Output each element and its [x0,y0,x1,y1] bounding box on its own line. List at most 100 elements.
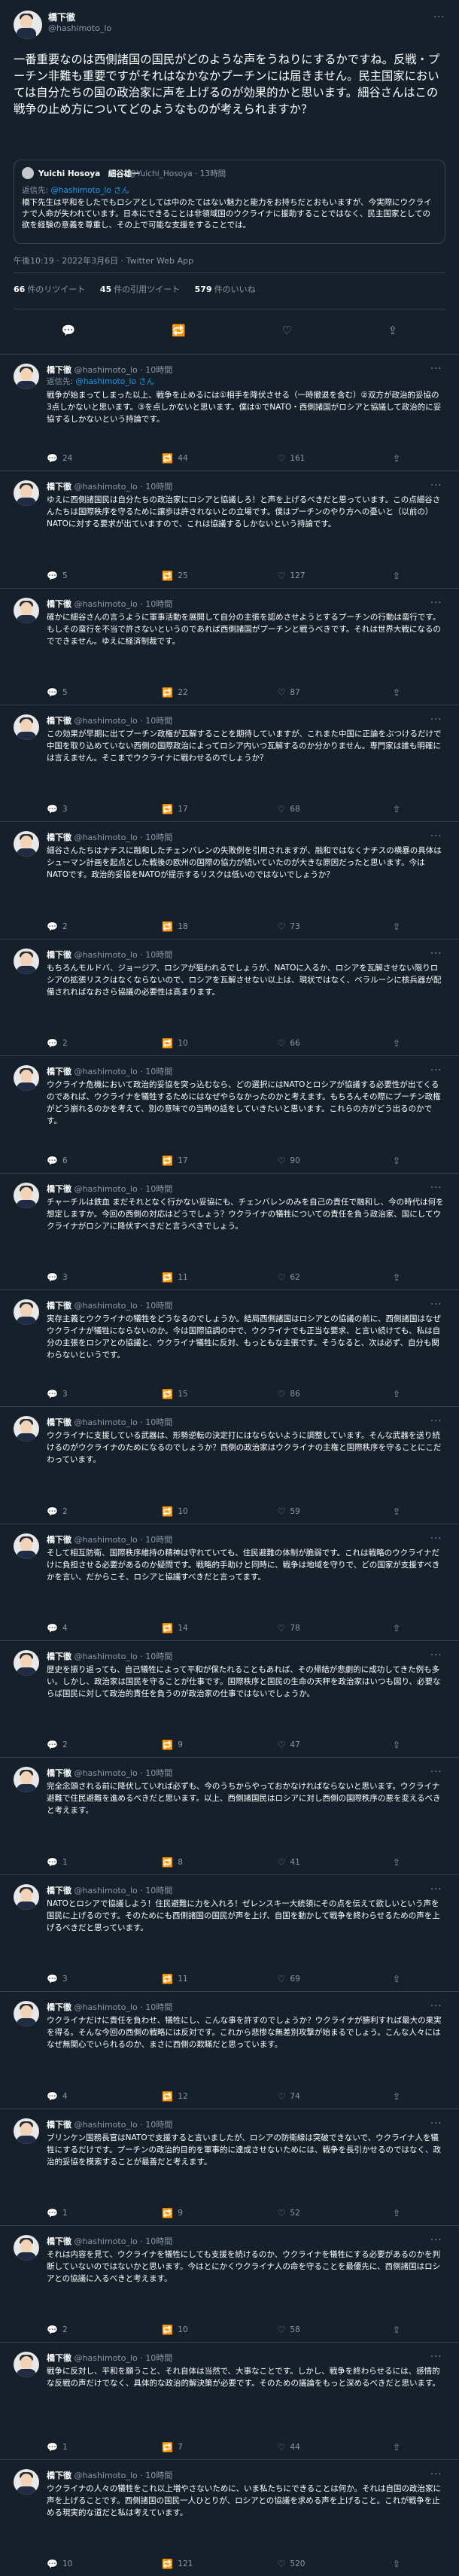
more-icon[interactable]: ··· [430,831,442,842]
like-action[interactable]: ♡ 74 [278,2091,323,2102]
more-icon[interactable]: ··· [430,1065,442,1076]
quoted-tweet[interactable]: Yuichi Hosoya 細谷雄一 @Yuichi_Hosoya · 13時間… [14,160,445,244]
retweet-action[interactable]: 🔁 9 [162,1740,207,1750]
avatar[interactable] [14,714,39,741]
reply-tweet[interactable]: 橋下徹 @hashimoto_lo · 10時間 ··· 完全念頭される前に降伏して… [0,1757,459,1874]
more-icon[interactable]: ··· [430,2235,442,2246]
reply-action[interactable]: 💬 1 [47,2442,92,2453]
like-action[interactable]: ♡ 90 [278,1156,323,1166]
reply-tweet[interactable]: 橋下徹 @hashimoto_lo · 10時間 ··· 歴史を振り返っても、自己犠… [0,1640,459,1757]
avatar[interactable] [14,1182,39,1208]
reply-tweet[interactable]: 橋下徹 @hashimoto_lo · 10時間 ··· もちろんモルドバ、ジョージ… [0,938,459,1055]
more-icon[interactable]: ··· [430,1767,442,1778]
like-action[interactable]: ♡ 66 [278,1038,323,1049]
author-name[interactable]: 橋下徹 [47,1886,71,1895]
reply-tweet[interactable]: 橋下徹 @hashimoto_lo · 10時間 ··· そして相互防衛、国際秩序維… [0,1523,459,1640]
avatar[interactable] [14,1650,39,1676]
reply-tweet[interactable]: 橋下徹 @hashimoto_lo · 10時間 ··· この効果が早期に出てプーチ… [0,705,459,821]
reply-action[interactable]: 💬 1 [47,2208,92,2218]
author-name[interactable]: 橋下徹 [47,2353,71,2363]
share-action[interactable]: ⇪ [393,571,438,581]
share-action[interactable]: ⇪ [393,804,438,815]
reply-action[interactable]: 💬 6 [47,1156,92,1166]
author-handle[interactable]: @hashimoto_lo · 10時間 [74,1886,173,1895]
share-action[interactable]: ⇪ [393,921,438,932]
author-name[interactable]: 橋下徹 [47,599,71,609]
avatar[interactable] [14,364,39,389]
retweet-action[interactable]: 🔁 10 [162,1506,207,1517]
author-handle[interactable]: @hashimoto_lo · 10時間 [74,2236,173,2246]
retweet-action[interactable]: 🔁 11 [162,1272,207,1283]
author-handle[interactable]: @hashimoto_lo · 10時間 [74,2353,173,2363]
like-action[interactable]: ♡ 69 [278,1974,323,1984]
author-name[interactable]: 橋下徹 [47,1301,71,1311]
like-action[interactable]: ♡ 58 [278,2325,323,2335]
like-action[interactable]: ♡ 86 [278,1389,323,1399]
reply-action[interactable]: 💬 3 [47,804,92,815]
share-action[interactable]: ⇪ [393,2208,438,2218]
reply-tweet[interactable]: 橋下徹 @hashimoto_lo · 10時間 ··· ウクライナ危機において政治… [0,1055,459,1172]
share-action[interactable]: ⇪ [393,2091,438,2102]
share-action[interactable]: ⇪ [393,1156,438,1166]
retweet-action[interactable]: 🔁 17 [162,804,207,815]
more-icon[interactable]: ··· [430,1183,442,1194]
like-action[interactable]: ♡ 41 [278,1857,323,1868]
reply-tweet[interactable]: 橋下徹 @hashimoto_lo · 10時間 ··· ウクライナだけに責任を負わ… [0,1991,459,2108]
reply-tweet[interactable]: 橋下徹 @hashimoto_lo · 10時間 ··· 細谷さんたちはナチスに融和… [0,821,459,938]
share-action[interactable]: ⇪ [393,1857,438,1868]
share-action[interactable]: ⇪ [393,2442,438,2453]
author-handle[interactable]: @hashimoto_lo · 10時間 [74,1652,173,1661]
reply-action[interactable]: 💬 5 [47,571,92,581]
author-name[interactable]: 橋下徹 [47,1535,71,1545]
reply-to-link[interactable]: @hashimoto_lo さん [50,186,129,195]
reply-action[interactable]: 💬 10 [47,2559,92,2569]
author-handle[interactable]: @hashimoto_lo · 10時間 [74,1301,173,1311]
author-name[interactable]: 橋下徹 [47,950,71,960]
author-handle[interactable]: @hashimoto_lo · 10時間 [74,2002,173,2012]
author-name[interactable]: 橋下徹 [47,1652,71,1661]
share-action[interactable]: ⇪ [393,1740,438,1750]
more-icon[interactable]: ··· [430,2001,442,2012]
reply-to-link[interactable]: @hashimoto_lo さん [75,377,154,386]
reply-action[interactable]: 💬 1 [47,1857,92,1868]
retweet-action[interactable]: 🔁 9 [162,2208,207,2218]
like-action[interactable]: ♡ 68 [278,804,323,815]
author-name[interactable]: 橋下徹 [47,1184,71,1194]
author-handle[interactable]: @hashimoto_lo · 10時間 [74,1768,173,1778]
retweet-action[interactable]: 🔁 15 [162,1389,207,1399]
more-icon[interactable]: ··· [430,1884,442,1895]
avatar[interactable] [14,948,39,974]
retweet-icon[interactable]: 🔁 [172,324,186,337]
author-name[interactable]: 橋下徹 [47,1768,71,1778]
reply-tweet[interactable]: 橋下徹 @hashimoto_lo · 10時間 ··· 実存主義とウクライナの犠牲… [0,1289,459,1406]
author-name[interactable]: 橋下徹 [47,2120,71,2130]
share-action[interactable]: ⇪ [393,1038,438,1049]
like-action[interactable]: ♡ 59 [278,1506,323,1517]
share-action[interactable]: ⇪ [393,687,438,698]
author-handle[interactable]: @hashimoto_lo · 10時間 [74,1067,173,1076]
author-handle[interactable]: @hashimoto_lo · 10時間 [74,833,173,842]
reply-tweet[interactable]: 橋下徹 @hashimoto_lo · 10時間 ··· ブリンケン国務長官はNAT… [0,2108,459,2225]
more-icon[interactable]: ··· [430,1299,442,1311]
avatar[interactable] [14,1065,39,1092]
like-action[interactable]: ♡ 52 [278,2208,323,2218]
more-icon[interactable]: ··· [430,948,442,960]
more-icon[interactable]: ··· [430,480,442,492]
author-name[interactable]: 橋下徹 [47,1417,71,1427]
reply-action[interactable]: 💬 2 [47,1038,92,1049]
author-name[interactable]: 橋下徹 [47,2471,71,2480]
reply-action[interactable]: 💬 4 [47,1623,92,1634]
more-icon[interactable]: ··· [430,1650,442,1661]
reply-tweet[interactable]: 橋下徹 @hashimoto_lo · 10時間 ··· ウクライナに支援している武… [0,1406,459,1523]
author-handle[interactable]: @hashimoto_lo · 10時間 [74,1184,173,1194]
retweet-action[interactable]: 🔁 14 [162,1623,207,1634]
avatar[interactable] [14,1416,39,1442]
author-handle[interactable]: @hashimoto_lo · 10時間 [74,1417,173,1427]
author-handle[interactable]: @hashimoto_lo · 10時間 [74,2471,173,2480]
share-action[interactable]: ⇪ [393,1272,438,1283]
share-action[interactable]: ⇪ [393,2325,438,2335]
retweet-action[interactable]: 🔁 25 [162,571,207,581]
retweet-action[interactable]: 🔁 22 [162,687,207,698]
more-icon[interactable]: ··· [430,364,442,375]
author-handle[interactable]: @hashimoto_lo [48,23,111,33]
